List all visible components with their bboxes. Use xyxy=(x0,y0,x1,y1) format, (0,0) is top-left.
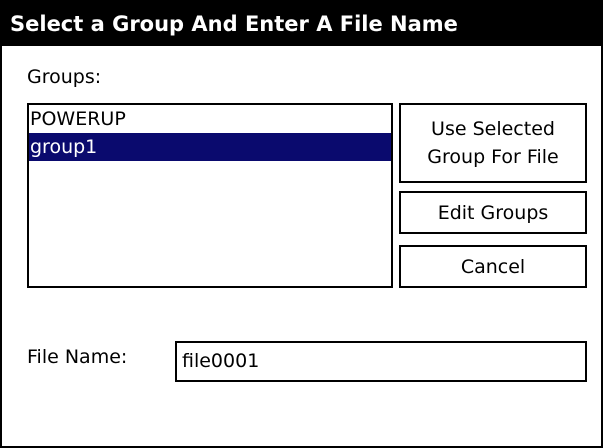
use-selected-group-button[interactable]: Use Selected Group For File xyxy=(399,103,587,183)
file-name-input[interactable]: file0001 xyxy=(175,341,587,382)
file-name-label: File Name: xyxy=(27,346,128,368)
use-selected-label-line2: Group For File xyxy=(427,146,559,168)
groups-listbox[interactable]: POWERUP group1 xyxy=(27,103,393,288)
groups-label: Groups: xyxy=(27,66,102,88)
edit-groups-button[interactable]: Edit Groups xyxy=(399,191,587,234)
list-item-group1[interactable]: group1 xyxy=(29,133,391,161)
use-selected-label-line1: Use Selected xyxy=(431,118,555,140)
select-group-dialog: Select a Group And Enter A File Name Gro… xyxy=(0,0,603,448)
cancel-button[interactable]: Cancel xyxy=(399,245,587,288)
dialog-title: Select a Group And Enter A File Name xyxy=(2,2,601,46)
list-item-powerup[interactable]: POWERUP xyxy=(29,105,391,133)
